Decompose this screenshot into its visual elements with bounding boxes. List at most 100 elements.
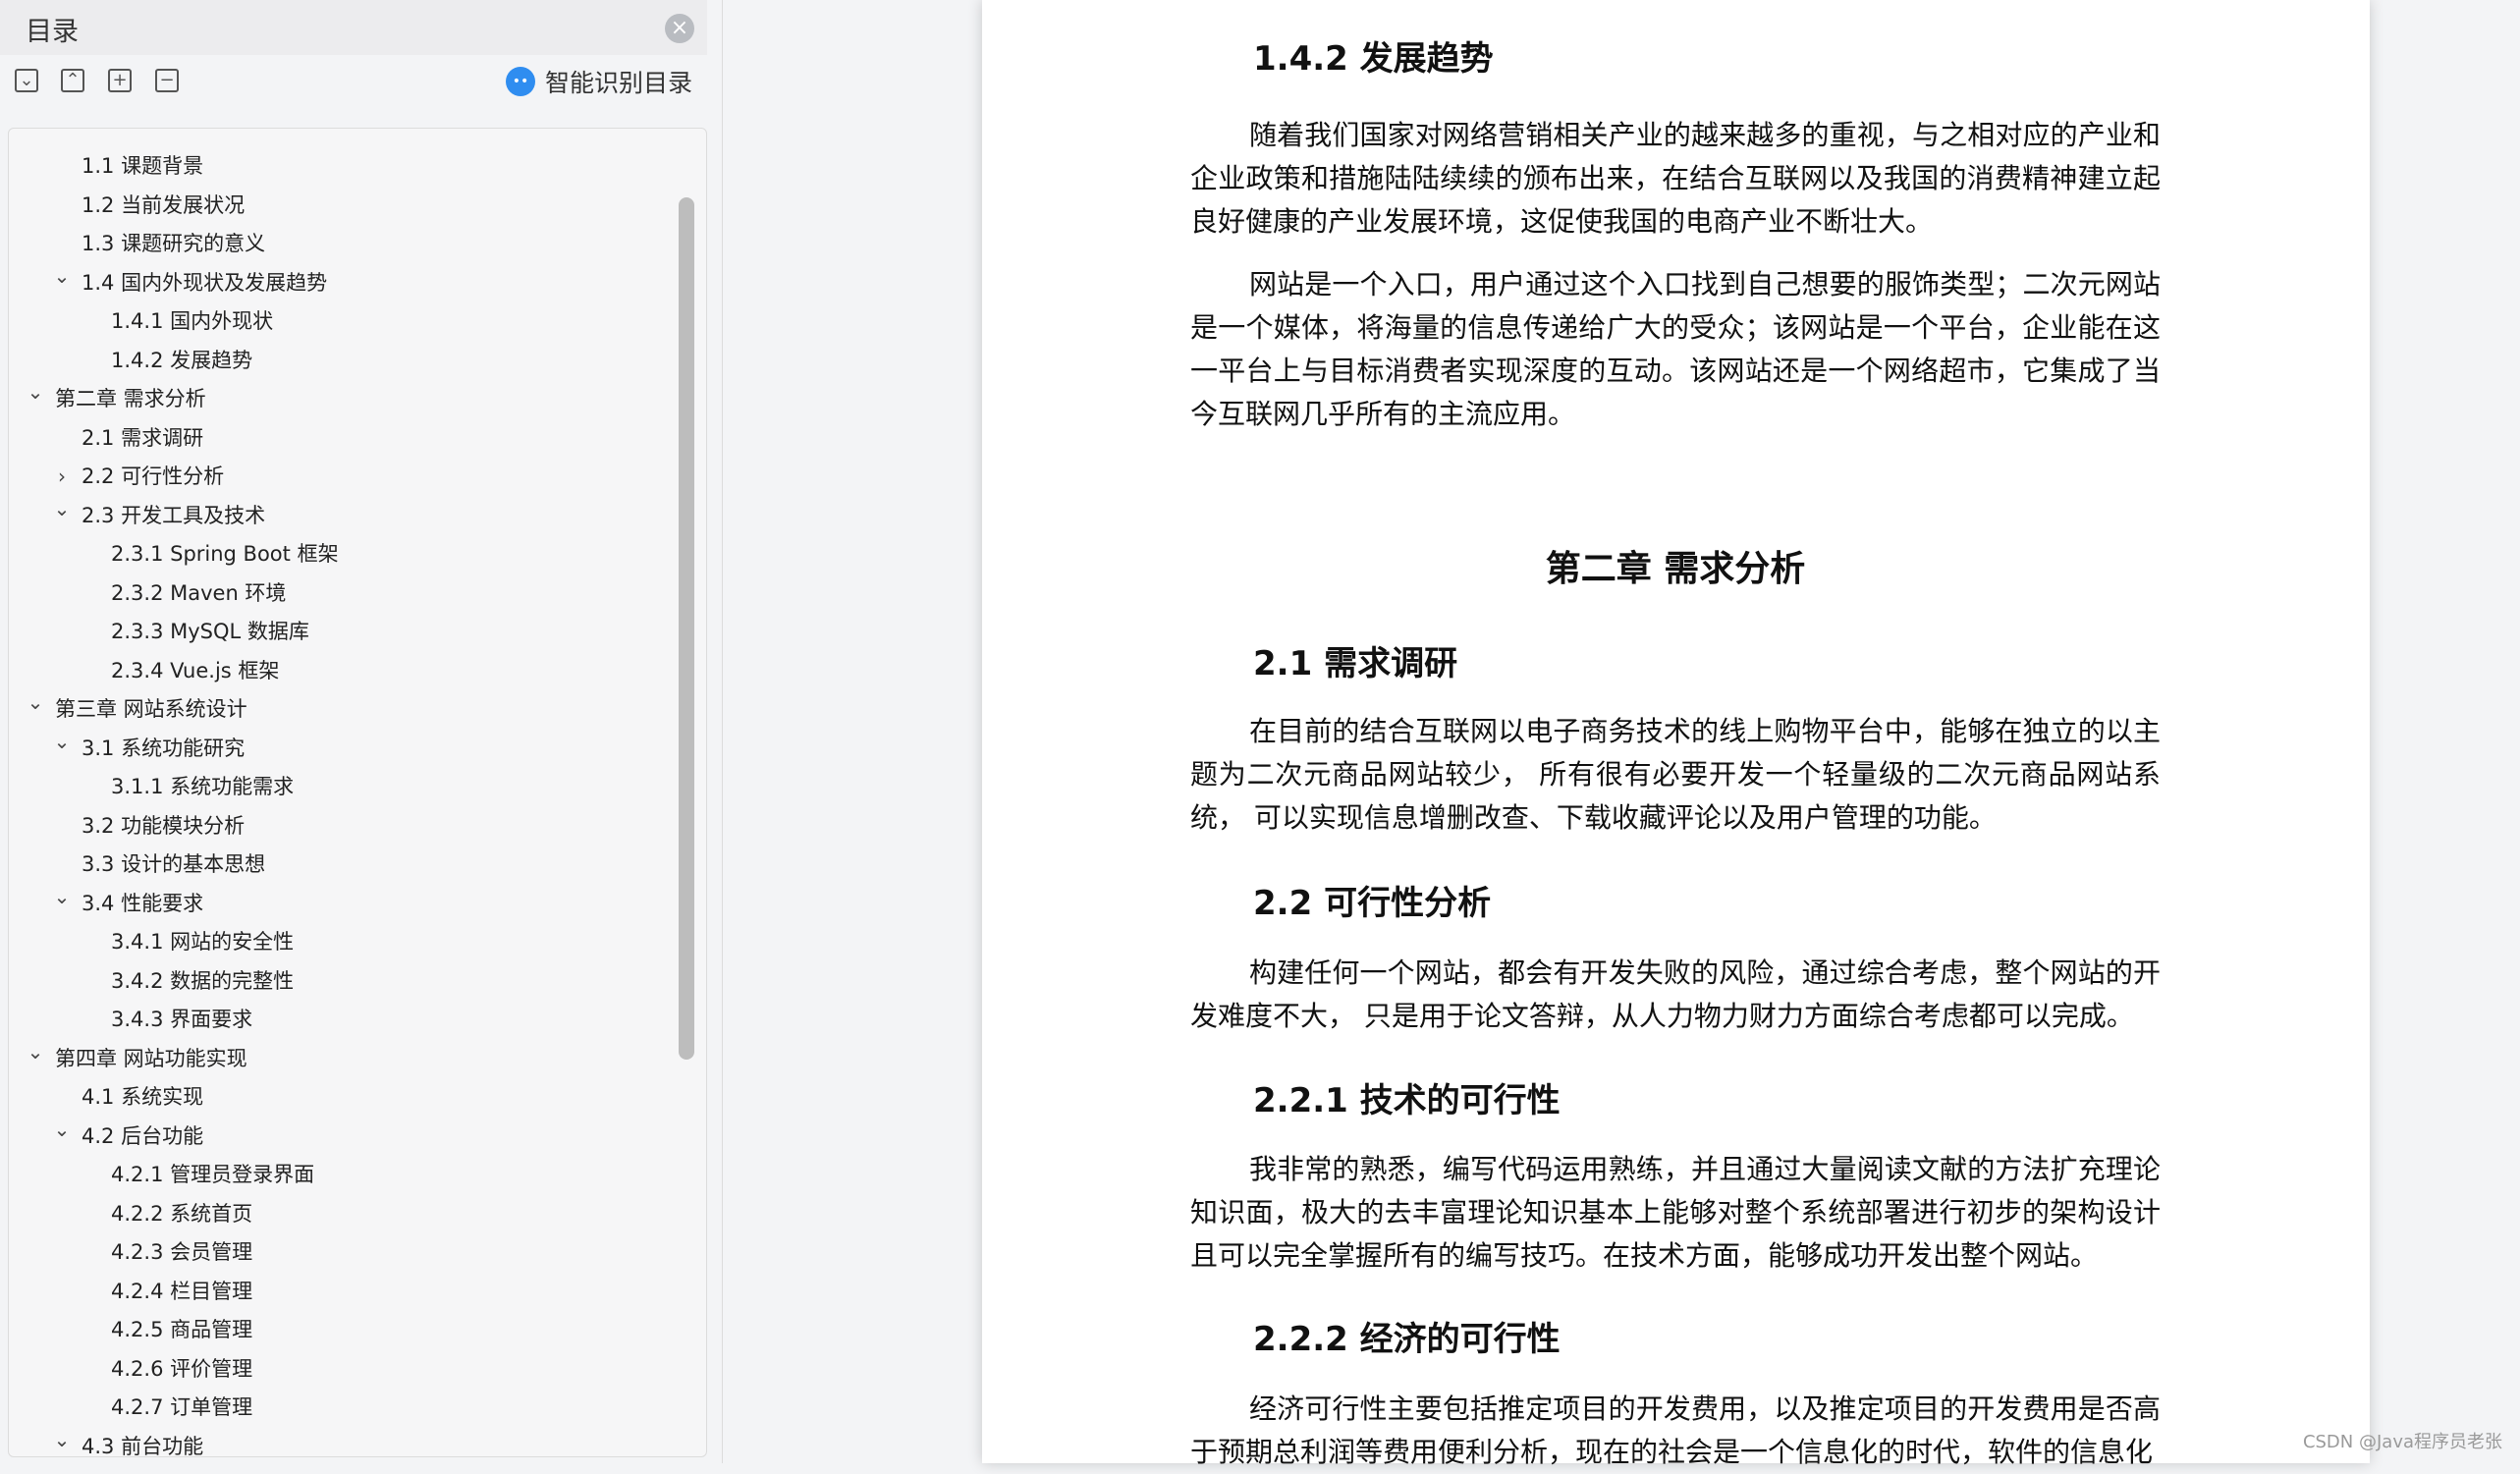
toc-item-label: 2.3.3 MySQL 数据库: [111, 620, 309, 643]
toc-item[interactable]: 2.3.3 MySQL 数据库: [9, 614, 667, 649]
collapse-all-icon[interactable]: ⌃: [61, 69, 84, 92]
toc-item-label: 3.1 系统功能研究: [82, 736, 246, 760]
toc-item[interactable]: 4.2.7 订单管理: [9, 1390, 667, 1425]
toc-item-label: 4.2.4 栏目管理: [111, 1279, 253, 1303]
heading-2-1: 2.1 需求调研: [1253, 644, 1458, 683]
toc-item-label: 3.1.1 系统功能需求: [111, 775, 295, 798]
chevron-down-icon[interactable]: ⌄: [52, 1119, 72, 1154]
paragraph: 经济可行性主要包括推定项目的开发费用，以及推定项目的开发费用是否高于预期总利润等…: [1190, 1392, 2161, 1468]
toc-item-label: 1.2 当前发展状况: [82, 192, 246, 217]
toc-item[interactable]: ⌄ 1.4 国内外现状及发展趋势: [9, 265, 667, 300]
toc-item-label: 4.2.2 系统首页: [111, 1201, 253, 1226]
toc-item-label: 第二章 需求分析: [55, 387, 206, 410]
document-page: 1.4.2 发展趋势 随着我们国家对网络营销相关产业的越来越多的重视，与之相对应…: [982, 0, 2370, 1468]
toc-title: 目录: [26, 17, 79, 47]
toc-item[interactable]: 1.4.1 国内外现状: [9, 303, 667, 339]
toc-item[interactable]: ⌄ 第三章 网站系统设计: [9, 691, 667, 727]
toc-item-label: 4.2.6 评价管理: [111, 1356, 253, 1381]
toc-item[interactable]: 1.2 当前发展状况: [9, 188, 667, 223]
toc-item-label: 2.3.2 Maven 环境: [111, 580, 287, 605]
toc-item-label: 4.2.7 订单管理: [111, 1395, 253, 1419]
toc-item[interactable]: 3.4.1 网站的安全性: [9, 924, 667, 959]
toc-item-label: 2.3 开发工具及技术: [82, 503, 266, 527]
toc-item-label: 4.2.3 会员管理: [111, 1240, 253, 1264]
toc-item-label: 4.2.1 管理员登录界面: [111, 1163, 315, 1186]
paragraph: 构建任何一个网站，都会有开发失败的风险，通过综合考虑，整个网站的开发难度不大， …: [1190, 956, 2161, 1032]
toc-item-label: 第三章 网站系统设计: [55, 697, 247, 721]
toc-item[interactable]: ⌄ 4.2 后台功能: [9, 1119, 667, 1154]
paragraph: 随着我们国家对网络营销相关产业的越来越多的重视，与之相对应的产业和企业政策和措施…: [1190, 119, 2161, 238]
chapter-2-heading: 第二章 需求分析: [1545, 549, 1806, 589]
toc-item[interactable]: 4.2.5 商品管理: [9, 1312, 667, 1347]
toc-item-label: 3.3 设计的基本思想: [82, 852, 266, 876]
toc-item[interactable]: 2.3.1 Spring Boot 框架: [9, 536, 667, 572]
heading-2-2: 2.2 可行性分析: [1253, 884, 1492, 923]
toc-item[interactable]: 3.3 设计的基本思想: [9, 846, 667, 882]
toc-item[interactable]: 4.2.3 会员管理: [9, 1234, 667, 1270]
toc-item[interactable]: 3.1.1 系统功能需求: [9, 769, 667, 804]
chevron-down-icon[interactable]: ⌄: [26, 1041, 45, 1076]
toc-item[interactable]: ⌄ 3.4 性能要求: [9, 886, 667, 921]
toc-sidebar: 目录 × ⌄ ⌃ + − •• 智能识别目录 1.1 课题背景 1.2 当前发展状…: [0, 0, 723, 1463]
expand-all-icon[interactable]: ⌄: [15, 69, 38, 92]
toc-item[interactable]: 1.3 课题研究的意义: [9, 226, 667, 261]
toc-item[interactable]: ⌄ 4.3 前台功能: [9, 1429, 667, 1457]
toc-item-label: 3.4 性能要求: [82, 891, 204, 915]
plus-icon[interactable]: +: [108, 69, 132, 92]
toc-item[interactable]: 3.4.2 数据的完整性: [9, 963, 667, 999]
toc-item[interactable]: 4.2.4 栏目管理: [9, 1274, 667, 1309]
chevron-down-icon[interactable]: ⌄: [26, 691, 45, 727]
toc-item[interactable]: 4.2.2 系统首页: [9, 1196, 667, 1231]
toc-item-label: 1.1 课题背景: [82, 154, 204, 178]
toc-item[interactable]: 2.1 需求调研: [9, 420, 667, 456]
chevron-down-icon[interactable]: ⌄: [52, 1429, 72, 1457]
chevron-down-icon[interactable]: ⌄: [52, 886, 72, 921]
toc-item-label: 4.2 后台功能: [82, 1123, 204, 1148]
toc-list: 1.1 课题背景 1.2 当前发展状况 1.3 课题研究的意义 ⌄ 1.4 国内外现状及…: [8, 128, 707, 1457]
toc-scrollbar[interactable]: [679, 197, 694, 1060]
toc-item-label: 第四章 网站功能实现: [55, 1046, 247, 1070]
toc-item[interactable]: 4.1 系统实现: [9, 1079, 667, 1115]
toc-item[interactable]: ⌄ 2.3 开发工具及技术: [9, 498, 667, 533]
toc-item[interactable]: 1.4.2 发展趋势: [9, 343, 667, 378]
chevron-down-icon[interactable]: ⌄: [52, 265, 72, 300]
toc-item[interactable]: 1.1 课题背景: [9, 148, 667, 184]
toc-item-label: 1.4 国内外现状及发展趋势: [82, 270, 328, 295]
paragraph: 我非常的熟悉，编写代码运用熟练，并且通过大量阅读文献的方法扩充理论知识面，极大的…: [1190, 1153, 2161, 1272]
toc-item[interactable]: ⌄ 第二章 需求分析: [9, 381, 667, 416]
toc-item-label: 1.4.2 发展趋势: [111, 348, 253, 372]
smart-toc-label: 智能识别目录: [545, 69, 693, 97]
paragraph: 网站是一个入口，用户通过这个入口找到自己想要的服饰类型；二次元网站是一个媒体，将…: [1190, 268, 2161, 430]
toc-item[interactable]: ⌄ 3.1 系统功能研究: [9, 731, 667, 766]
chevron-right-icon[interactable]: ›: [52, 459, 72, 494]
chevron-down-icon[interactable]: ⌄: [52, 498, 72, 533]
toc-header: 目录 ×: [0, 0, 707, 55]
toc-item-label: 4.2.5 商品管理: [111, 1318, 253, 1341]
toc-item-label: 2.2 可行性分析: [82, 464, 225, 488]
chevron-down-icon[interactable]: ⌄: [52, 731, 72, 766]
toc-item-label: 2.1 需求调研: [82, 425, 204, 450]
toc-item-label: 3.4.3 界面要求: [111, 1008, 253, 1031]
toc-item-label: 2.3.1 Spring Boot 框架: [111, 542, 339, 566]
smart-toc-button[interactable]: •• 智能识别目录: [506, 65, 692, 98]
toc-item[interactable]: 2.3.2 Maven 环境: [9, 575, 667, 611]
chevron-down-icon[interactable]: ⌄: [26, 381, 45, 416]
heading-1-4-2: 1.4.2 发展趋势: [1253, 39, 1494, 79]
toc-item-label: 3.2 功能模块分析: [82, 813, 246, 838]
toc-item-label: 2.3.4 Vue.js 框架: [111, 658, 280, 682]
toc-item[interactable]: › 2.2 可行性分析: [9, 459, 667, 494]
minus-icon[interactable]: −: [155, 69, 179, 92]
toc-item-label: 3.4.1 网站的安全性: [111, 930, 295, 954]
toc-item[interactable]: 2.3.4 Vue.js 框架: [9, 653, 667, 688]
toc-item[interactable]: 4.2.6 评价管理: [9, 1351, 667, 1387]
paragraph: 在目前的结合互联网以电子商务技术的线上购物平台中，能够在独立的以主题为二次元商品…: [1190, 715, 2161, 834]
toc-item[interactable]: 3.4.3 界面要求: [9, 1002, 667, 1037]
toc-item[interactable]: ⌄ 第四章 网站功能实现: [9, 1041, 667, 1076]
heading-2-2-1: 2.2.1 技术的可行性: [1253, 1081, 1561, 1120]
close-icon[interactable]: ×: [665, 14, 694, 43]
toc-item[interactable]: 3.2 功能模块分析: [9, 808, 667, 844]
toc-item-label: 3.4.2 数据的完整性: [111, 968, 295, 993]
ai-icon: ••: [506, 67, 535, 96]
toc-item[interactable]: 4.2.1 管理员登录界面: [9, 1157, 667, 1192]
toc-item-label: 4.3 前台功能: [82, 1434, 204, 1457]
